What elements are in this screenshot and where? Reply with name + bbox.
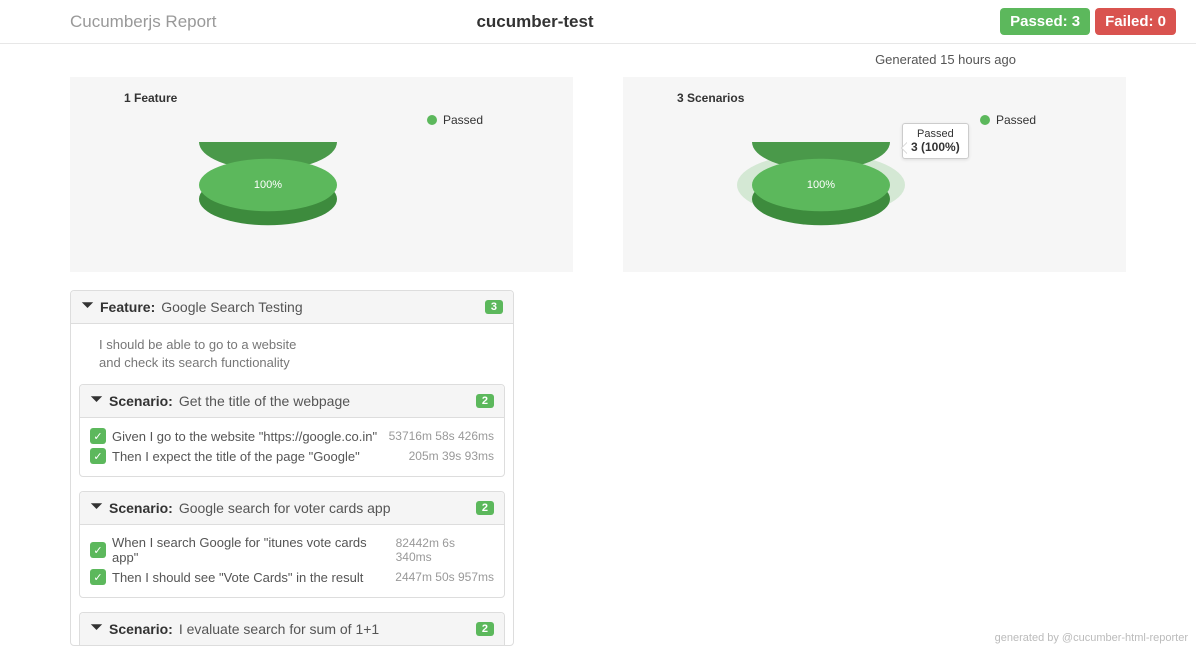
- legend-swatch-icon: [427, 115, 437, 125]
- feature-legend[interactable]: Passed: [427, 113, 483, 127]
- scenario-label: Scenario:: [109, 500, 173, 516]
- feature-count-badge: 3: [485, 300, 503, 314]
- feature-chart-title: 1 Feature: [124, 91, 559, 105]
- feature-desc-line1: I should be able to go to a website: [99, 336, 503, 354]
- scenario-label: Scenario:: [109, 621, 173, 637]
- scenario-pie-label: 100%: [807, 179, 835, 191]
- scenario-name: Google search for voter cards app: [179, 500, 391, 516]
- scenario-legend[interactable]: Passed: [980, 113, 1036, 127]
- scenario-panel: Scenario: Google search for voter cards …: [79, 491, 505, 598]
- check-icon: ✓: [90, 428, 106, 444]
- step-time: 205m 39s 93ms: [409, 449, 494, 463]
- scenario-count-badge: 2: [476, 394, 494, 408]
- scenario-heading[interactable]: Scenario: Get the title of the webpage 2: [80, 385, 504, 418]
- step-time: 2447m 50s 957ms: [395, 570, 494, 584]
- project-name: cucumber-test: [476, 12, 593, 32]
- scenario-chart-title: 3 Scenarios: [677, 91, 1112, 105]
- chevron-down-icon: [90, 500, 103, 516]
- scenario-legend-label: Passed: [996, 113, 1036, 127]
- tooltip-line2: 3 (100%): [911, 140, 960, 154]
- feature-heading[interactable]: Feature: Google Search Testing 3: [71, 291, 513, 324]
- feature-label: Feature:: [100, 299, 155, 315]
- feature-chart-card: 1 Feature 100% Passed: [70, 77, 573, 272]
- step-row: ✓ When I search Google for "itunes vote …: [90, 533, 494, 567]
- step-time: 53716m 58s 426ms: [389, 429, 494, 443]
- scenario-name: I evaluate search for sum of 1+1: [179, 621, 379, 637]
- feature-pie[interactable]: 100%: [199, 116, 337, 254]
- feature-name: Google Search Testing: [161, 299, 302, 315]
- scenario-chart-card: 3 Scenarios 100% Passed 3 (100%) Passed: [623, 77, 1126, 272]
- scenario-pie[interactable]: 100%: [752, 116, 890, 254]
- scenario-heading[interactable]: Scenario: Google search for voter cards …: [80, 492, 504, 525]
- legend-swatch-icon: [980, 115, 990, 125]
- scenario-count-badge: 2: [476, 622, 494, 636]
- step-row: ✓ Given I go to the website "https://goo…: [90, 426, 494, 446]
- tooltip-line1: Passed: [911, 128, 960, 140]
- feature-column: Feature: Google Search Testing 3 I shoul…: [70, 290, 514, 646]
- feature-legend-label: Passed: [443, 113, 483, 127]
- chevron-down-icon: [90, 393, 103, 409]
- scenario-steps: ✓ When I search Google for "itunes vote …: [80, 525, 504, 597]
- charts-row: 1 Feature 100% Passed 3 Scenarios 100% P…: [0, 77, 1196, 272]
- scenario-tooltip: Passed 3 (100%): [902, 123, 969, 159]
- feature-description: I should be able to go to a website and …: [71, 324, 513, 384]
- feature-panel: Feature: Google Search Testing 3 I shoul…: [70, 290, 514, 646]
- step-row: ✓ Then I should see "Vote Cards" in the …: [90, 567, 494, 587]
- top-bar: Cucumberjs Report cucumber-test Passed: …: [0, 0, 1196, 44]
- step-text: Then I should see "Vote Cards" in the re…: [112, 570, 363, 585]
- check-icon: ✓: [90, 569, 106, 585]
- feature-desc-line2: and check its search functionality: [99, 354, 503, 372]
- check-icon: ✓: [90, 448, 106, 464]
- step-text: Given I go to the website "https://googl…: [112, 429, 377, 444]
- failed-badge[interactable]: Failed: 0: [1095, 8, 1176, 35]
- check-icon: ✓: [90, 542, 106, 558]
- scenario-panel: Scenario: Get the title of the webpage 2…: [79, 384, 505, 477]
- scenario-name: Get the title of the webpage: [179, 393, 350, 409]
- step-row: ✓ Then I expect the title of the page "G…: [90, 446, 494, 466]
- step-time: 82442m 6s 340ms: [396, 536, 494, 564]
- scenario-label: Scenario:: [109, 393, 173, 409]
- step-text: Then I expect the title of the page "Goo…: [112, 449, 360, 464]
- generated-time: Generated 15 hours ago: [0, 44, 1196, 71]
- scenario-panel: Scenario: I evaluate search for sum of 1…: [79, 612, 505, 645]
- footer-credit: generated by @cucumber-html-reporter: [995, 632, 1188, 644]
- scenario-steps: ✓ Given I go to the website "https://goo…: [80, 418, 504, 476]
- chevron-down-icon: [90, 621, 103, 637]
- chevron-down-icon: [81, 299, 94, 315]
- scenario-count-badge: 2: [476, 501, 494, 515]
- report-title: Cucumberjs Report: [70, 12, 216, 32]
- feature-pie-label: 100%: [254, 179, 282, 191]
- passed-badge[interactable]: Passed: 3: [1000, 8, 1090, 35]
- scenario-heading[interactable]: Scenario: I evaluate search for sum of 1…: [80, 613, 504, 645]
- step-text: When I search Google for "itunes vote ca…: [112, 535, 396, 565]
